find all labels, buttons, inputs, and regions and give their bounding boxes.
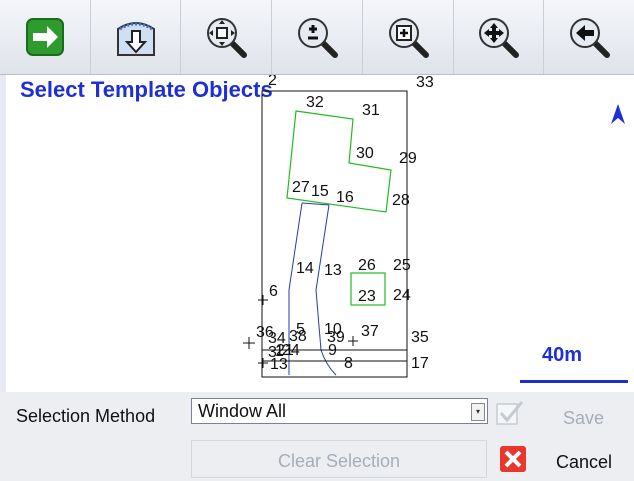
- map-canvas[interactable]: Select Template Objects 33 2 32 31 30 29…: [0, 75, 634, 392]
- point-label: 25: [393, 257, 411, 274]
- point-label: 28: [392, 192, 410, 209]
- pan-button[interactable]: [454, 0, 545, 74]
- point-label: 31: [362, 102, 380, 119]
- zoom-window-icon: [388, 18, 429, 58]
- point-label: 17: [411, 355, 429, 372]
- download-button[interactable]: [91, 0, 182, 74]
- point-label: 5: [296, 321, 305, 338]
- point-label: 32: [306, 94, 324, 111]
- cancel-label: Cancel: [556, 452, 613, 472]
- back-icon: [570, 18, 611, 58]
- clear-selection-button[interactable]: Clear Selection: [191, 440, 487, 478]
- point-label: 30: [356, 145, 374, 162]
- point-label: 27: [292, 179, 310, 196]
- point-label: 13: [324, 262, 342, 279]
- point-label: 35: [411, 329, 429, 346]
- bottom-panel: Selection Method Window All ▾ Save Clear…: [0, 392, 634, 481]
- point-label: 13: [270, 356, 288, 373]
- point-label: 6: [269, 283, 278, 300]
- back-button[interactable]: [544, 0, 634, 74]
- save-button[interactable]: Save: [563, 408, 604, 429]
- selection-method-select[interactable]: Window All ▾: [191, 398, 488, 424]
- north-arrow-icon: [611, 104, 625, 124]
- point-label: 29: [399, 150, 417, 167]
- point-label: 15: [311, 183, 329, 200]
- next-button[interactable]: [0, 0, 91, 74]
- point-label: 37: [361, 323, 379, 340]
- download-icon: [116, 22, 155, 56]
- selection-method-label: Selection Method: [16, 406, 156, 426]
- cancel-button[interactable]: Cancel: [494, 440, 634, 478]
- clear-selection-label: Clear Selection: [277, 451, 401, 471]
- zoom-extent-icon: [207, 18, 248, 58]
- scale-label: 40m: [542, 344, 583, 366]
- selection-method-value: Window All: [198, 401, 287, 421]
- point-label: 24: [393, 287, 411, 304]
- zoom-extent-button[interactable]: [181, 0, 273, 74]
- toolbar: [0, 0, 634, 75]
- point-label: 2: [268, 75, 277, 89]
- dropdown-arrow-icon[interactable]: ▾: [471, 403, 485, 421]
- survey-drawing: 33 2 32 31 30 29 27 15 16 28 26 25 14 13…: [243, 75, 434, 378]
- point-label: 33: [416, 75, 434, 91]
- point-label: 26: [358, 257, 376, 274]
- zoom-in-out-button[interactable]: [272, 0, 363, 74]
- save-checkbox-icon[interactable]: [496, 400, 524, 426]
- scale-bar: [520, 380, 628, 383]
- point-label: 23: [358, 288, 376, 305]
- point-label: 8: [344, 355, 353, 372]
- pan-icon: [479, 18, 520, 58]
- next-icon: [25, 18, 64, 56]
- zoom-in-out-icon: [298, 18, 339, 58]
- point-label: 16: [336, 189, 354, 206]
- close-icon: [500, 446, 526, 472]
- point-label: 9: [328, 342, 337, 359]
- point-label: 14: [296, 260, 314, 277]
- zoom-window-button[interactable]: [363, 0, 454, 74]
